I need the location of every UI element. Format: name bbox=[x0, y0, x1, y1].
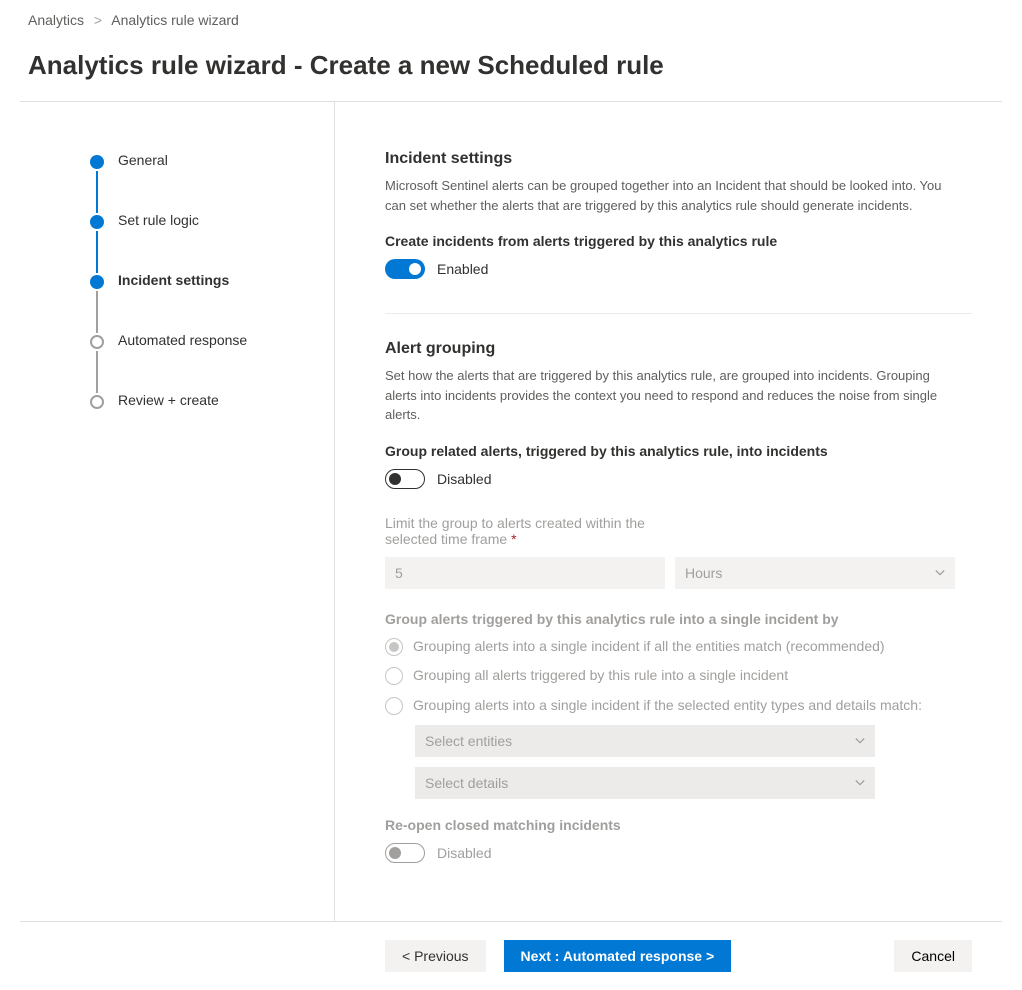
main-panel: Incident settings Microsoft Sentinel ale… bbox=[335, 102, 1002, 921]
grouping-method-entities-match[interactable]: Grouping alerts into a single incident i… bbox=[385, 637, 972, 657]
create-incidents-toggle-text: Enabled bbox=[437, 261, 488, 277]
incident-settings-section: Incident settings Microsoft Sentinel ale… bbox=[385, 150, 972, 279]
step-review-create[interactable]: Review + create bbox=[90, 392, 334, 408]
grouping-method-selected-types[interactable]: Grouping alerts into a single incident i… bbox=[385, 696, 972, 716]
breadcrumb-root[interactable]: Analytics bbox=[28, 12, 84, 28]
next-button[interactable]: Next : Automated response > bbox=[504, 940, 732, 972]
group-related-toggle[interactable] bbox=[385, 469, 425, 489]
radio-label: Grouping alerts into a single incident i… bbox=[413, 637, 885, 657]
grouping-method-all-alerts[interactable]: Grouping all alerts triggered by this ru… bbox=[385, 666, 972, 686]
previous-button[interactable]: < Previous bbox=[385, 940, 486, 972]
toggle-knob-icon bbox=[389, 847, 401, 859]
breadcrumb-current: Analytics rule wizard bbox=[111, 12, 239, 28]
chevron-down-icon bbox=[855, 778, 865, 788]
step-dot-icon bbox=[90, 335, 104, 349]
select-details-dropdown[interactable]: Select details bbox=[415, 767, 875, 799]
step-label: Automated response bbox=[118, 332, 247, 348]
toggle-knob-icon bbox=[409, 263, 421, 275]
wizard-steps: General Set rule logic Incident settings… bbox=[20, 102, 335, 921]
select-details-placeholder: Select details bbox=[425, 775, 508, 791]
radio-label: Grouping alerts into a single incident i… bbox=[413, 696, 922, 716]
cancel-button[interactable]: Cancel bbox=[894, 940, 972, 972]
chevron-right-icon: > bbox=[94, 12, 102, 28]
required-indicator: * bbox=[511, 531, 516, 547]
step-dot-icon bbox=[90, 275, 104, 289]
step-set-rule-logic[interactable]: Set rule logic bbox=[90, 212, 334, 272]
timeframe-label: Limit the group to alerts created within… bbox=[385, 515, 665, 547]
step-automated-response[interactable]: Automated response bbox=[90, 332, 334, 392]
reopen-toggle-text: Disabled bbox=[437, 845, 491, 861]
step-general[interactable]: General bbox=[90, 152, 334, 212]
step-incident-settings[interactable]: Incident settings bbox=[90, 272, 334, 332]
section-divider bbox=[385, 313, 972, 314]
grouping-method-radio-group: Grouping alerts into a single incident i… bbox=[385, 637, 972, 800]
step-dot-icon bbox=[90, 215, 104, 229]
create-incidents-toggle[interactable] bbox=[385, 259, 425, 279]
radio-icon bbox=[385, 697, 403, 715]
incident-settings-description: Microsoft Sentinel alerts can be grouped… bbox=[385, 176, 965, 215]
radio-label: Grouping all alerts triggered by this ru… bbox=[413, 666, 788, 686]
step-label: Incident settings bbox=[118, 272, 229, 288]
step-label: Review + create bbox=[118, 392, 219, 408]
alert-grouping-section: Alert grouping Set how the alerts that a… bbox=[385, 340, 972, 863]
toggle-knob-icon bbox=[389, 473, 401, 485]
timeframe-value-input[interactable] bbox=[385, 557, 665, 589]
chevron-down-icon bbox=[935, 568, 945, 578]
page-title: Analytics rule wizard - Create a new Sch… bbox=[0, 36, 1022, 101]
create-incidents-label: Create incidents from alerts triggered b… bbox=[385, 233, 972, 249]
reopen-toggle[interactable] bbox=[385, 843, 425, 863]
radio-icon bbox=[385, 638, 403, 656]
step-label: General bbox=[118, 152, 168, 168]
group-related-toggle-text: Disabled bbox=[437, 471, 491, 487]
grouping-method-label: Group alerts triggered by this analytics… bbox=[385, 611, 972, 627]
incident-settings-heading: Incident settings bbox=[385, 150, 972, 168]
step-dot-icon bbox=[90, 155, 104, 169]
wizard-footer: < Previous Next : Automated response > C… bbox=[20, 921, 1002, 990]
radio-icon bbox=[385, 667, 403, 685]
step-connector bbox=[96, 291, 98, 333]
reopen-label: Re-open closed matching incidents bbox=[385, 817, 972, 833]
step-connector bbox=[96, 231, 98, 273]
breadcrumb: Analytics > Analytics rule wizard bbox=[0, 0, 1022, 36]
step-label: Set rule logic bbox=[118, 212, 199, 228]
alert-grouping-heading: Alert grouping bbox=[385, 340, 972, 358]
timeframe-unit-select[interactable]: Hours bbox=[675, 557, 955, 589]
select-entities-dropdown[interactable]: Select entities bbox=[415, 725, 875, 757]
alert-grouping-description: Set how the alerts that are triggered by… bbox=[385, 366, 965, 425]
step-dot-icon bbox=[90, 395, 104, 409]
step-connector bbox=[96, 351, 98, 393]
timeframe-unit-value: Hours bbox=[685, 565, 722, 581]
step-connector bbox=[96, 171, 98, 213]
chevron-down-icon bbox=[855, 736, 865, 746]
select-entities-placeholder: Select entities bbox=[425, 733, 512, 749]
group-related-label: Group related alerts, triggered by this … bbox=[385, 443, 972, 459]
